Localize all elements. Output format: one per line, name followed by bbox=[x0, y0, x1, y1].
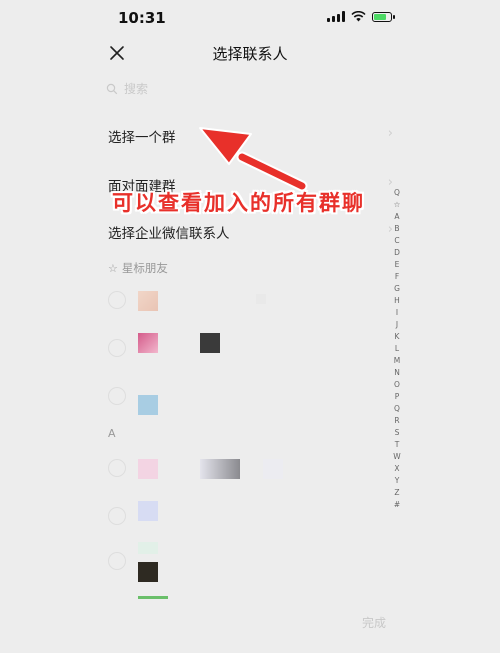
index-letter[interactable]: # bbox=[394, 499, 400, 511]
avatar bbox=[138, 542, 158, 554]
starred-header: ☆ 星标朋友 bbox=[108, 260, 168, 276]
status-bar: 10:31 bbox=[0, 0, 500, 36]
index-letter[interactable]: W bbox=[393, 451, 400, 463]
wecom-contacts-label: 选择企业微信联系人 bbox=[108, 226, 230, 242]
index-letter[interactable]: K bbox=[395, 331, 400, 343]
index-letter[interactable]: ☆ bbox=[394, 199, 401, 211]
battery-icon bbox=[372, 11, 395, 22]
radio-button[interactable] bbox=[108, 387, 126, 405]
alphabet-index[interactable]: Q ☆ A B C D E F G H I J K L M N O P Q R … bbox=[390, 187, 404, 511]
annotation-arrow-icon bbox=[199, 127, 308, 192]
annotation-text: 可以查看加入的所有群聊 bbox=[112, 191, 365, 215]
signal-icon bbox=[327, 11, 345, 22]
done-button[interactable]: 完成 bbox=[362, 614, 386, 631]
radio-button[interactable] bbox=[108, 459, 126, 477]
index-letter[interactable]: N bbox=[394, 367, 400, 379]
blurred-name bbox=[200, 459, 240, 479]
index-letter[interactable]: Q bbox=[394, 403, 400, 415]
star-icon: ☆ bbox=[108, 261, 118, 275]
section-letter: A bbox=[108, 427, 116, 440]
chevron-right-icon: › bbox=[387, 126, 393, 141]
index-letter[interactable]: L bbox=[395, 343, 399, 355]
index-letter[interactable]: F bbox=[395, 271, 399, 283]
index-letter[interactable]: D bbox=[394, 247, 400, 259]
index-letter[interactable]: O bbox=[394, 379, 400, 391]
status-icons bbox=[327, 11, 395, 22]
index-letter[interactable]: R bbox=[394, 415, 399, 427]
index-letter[interactable]: H bbox=[394, 295, 400, 307]
search-input[interactable]: 搜索 bbox=[106, 80, 148, 97]
index-letter[interactable]: B bbox=[394, 223, 399, 235]
blurred-name bbox=[263, 459, 283, 479]
index-letter[interactable]: T bbox=[395, 439, 400, 451]
index-letter[interactable]: P bbox=[395, 391, 400, 403]
search-icon bbox=[106, 83, 118, 94]
blurred-name bbox=[138, 596, 168, 599]
wifi-icon bbox=[351, 11, 366, 22]
index-letter[interactable]: Q bbox=[394, 187, 400, 199]
index-letter[interactable]: M bbox=[394, 355, 400, 367]
search-placeholder: 搜索 bbox=[124, 82, 149, 96]
avatar bbox=[138, 291, 158, 311]
radio-button[interactable] bbox=[108, 291, 126, 309]
index-letter[interactable]: Y bbox=[395, 475, 400, 487]
index-letter[interactable]: S bbox=[395, 427, 400, 439]
avatar bbox=[138, 562, 158, 582]
blurred-name bbox=[256, 294, 266, 304]
index-letter[interactable]: X bbox=[394, 463, 399, 475]
index-letter[interactable]: A bbox=[394, 211, 399, 223]
radio-button[interactable] bbox=[108, 339, 126, 357]
starred-label: 星标朋友 bbox=[121, 261, 168, 275]
select-group-label: 选择一个群 bbox=[108, 130, 176, 146]
index-letter[interactable]: I bbox=[396, 307, 398, 319]
status-time: 10:31 bbox=[118, 9, 166, 27]
index-letter[interactable]: E bbox=[395, 259, 400, 271]
wecom-contacts-row[interactable]: 选择企业微信联系人 › bbox=[108, 222, 393, 242]
navigation-bar: 选择联系人 bbox=[0, 36, 500, 70]
avatar bbox=[138, 501, 158, 521]
avatar bbox=[138, 333, 158, 353]
radio-button[interactable] bbox=[108, 552, 126, 570]
select-group-row[interactable]: 选择一个群 › bbox=[108, 126, 393, 146]
avatar bbox=[138, 395, 158, 415]
index-letter[interactable]: J bbox=[396, 319, 398, 331]
page-title: 选择联系人 bbox=[212, 45, 288, 63]
blurred-name bbox=[200, 333, 220, 353]
index-letter[interactable]: G bbox=[394, 283, 400, 295]
index-letter[interactable]: C bbox=[394, 235, 399, 247]
avatar bbox=[138, 459, 158, 479]
radio-button[interactable] bbox=[108, 507, 126, 525]
index-letter[interactable]: Z bbox=[394, 487, 399, 499]
